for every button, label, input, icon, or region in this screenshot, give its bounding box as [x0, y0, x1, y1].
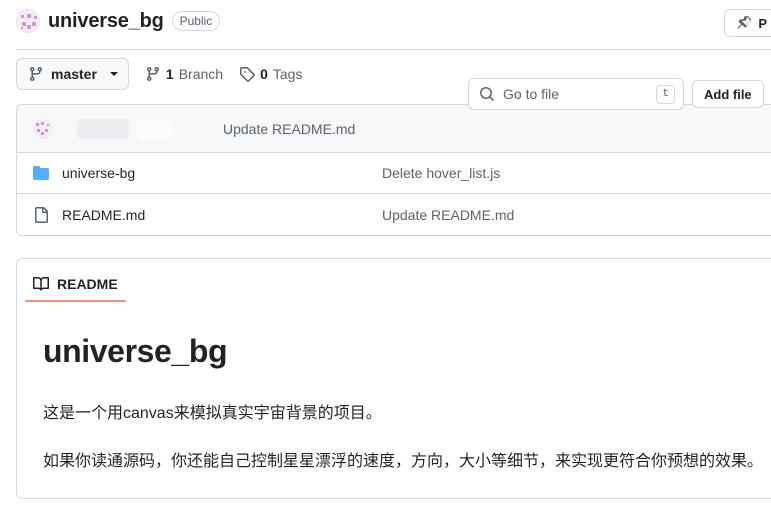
table-row[interactable]: universe-bg Delete hover_list.js — [17, 153, 771, 194]
readme-tab-bar: README — [17, 259, 771, 303]
table-row[interactable]: README.md Update README.md — [17, 194, 771, 235]
pin-icon — [736, 15, 752, 31]
file-commit-message[interactable]: Delete hover_list.js — [382, 165, 500, 181]
readme-title: universe_bg — [43, 333, 228, 369]
branches-count: 1 — [165, 66, 174, 82]
add-file-button[interactable]: Add file — [692, 80, 764, 108]
branch-icon — [28, 66, 44, 82]
tag-icon — [239, 66, 255, 82]
commit-author-avatar[interactable] — [33, 118, 53, 139]
toolbar-right-group: Go to file t Add file — [468, 78, 764, 110]
branches-label: Branch — [178, 66, 224, 82]
book-icon — [33, 276, 49, 292]
repo-header: universe_bg Public P — [0, 0, 771, 50]
author-name-placeholder — [77, 118, 129, 139]
tab-readme[interactable]: README — [25, 267, 126, 302]
status-badge: Public — [171, 11, 221, 31]
pin-button[interactable]: P — [724, 9, 771, 37]
owner-avatar[interactable] — [16, 9, 40, 33]
readme-paragraph: 如果你读通源码，你还能自己控制星星漂浮的速度，方向，大小等细节，来实现更符合你预… — [43, 452, 764, 470]
readme-paragraph: 这是一个用canvas来模拟真实宇宙背景的项目。 — [43, 405, 382, 422]
author-meta-placeholder — [137, 118, 173, 139]
repo-title-row: universe_bg Public — [16, 0, 755, 33]
file-commit-message[interactable]: Update README.md — [382, 207, 514, 223]
search-input[interactable]: Go to file t — [468, 78, 684, 110]
add-file-label: Add file — [704, 86, 752, 102]
branch-icon — [145, 66, 161, 82]
header-actions: P — [724, 9, 771, 37]
tags-count: 0 — [260, 66, 268, 82]
readme-content: universe_bg 这是一个用canvas来模拟真实宇宙背景的项目。 如果你… — [17, 303, 771, 498]
file-icon — [33, 206, 49, 223]
file-name[interactable]: universe-bg — [62, 165, 382, 181]
page-title[interactable]: universe_bg — [48, 10, 164, 32]
tags-label: Tags — [272, 66, 303, 82]
ref-stats: 1 Branch 0 Tags — [145, 66, 302, 82]
search-shortcut-badge: t — [656, 84, 675, 104]
pin-button-label: P — [758, 15, 767, 31]
commit-message[interactable]: Update README.md — [223, 121, 355, 137]
file-list-panel: Update README.md b0f3d1d · 7 years ago u… — [16, 104, 771, 236]
file-name[interactable]: README.md — [62, 207, 382, 223]
branch-selector-label: master — [51, 66, 97, 82]
branch-selector[interactable]: master — [16, 58, 129, 90]
latest-commit-row: Update README.md b0f3d1d · 7 years ago — [17, 105, 771, 153]
tags-link[interactable]: 0 Tags — [239, 66, 302, 82]
readme-panel: README universe_bg 这是一个用canvas来模拟真实宇宙背景的… — [16, 258, 771, 500]
search-placeholder: Go to file — [503, 86, 560, 102]
branches-link[interactable]: 1 Branch — [145, 66, 223, 82]
folder-icon — [33, 165, 49, 181]
tab-readme-label: README — [57, 276, 118, 292]
chevron-down-icon — [109, 72, 118, 76]
search-icon — [479, 86, 495, 102]
